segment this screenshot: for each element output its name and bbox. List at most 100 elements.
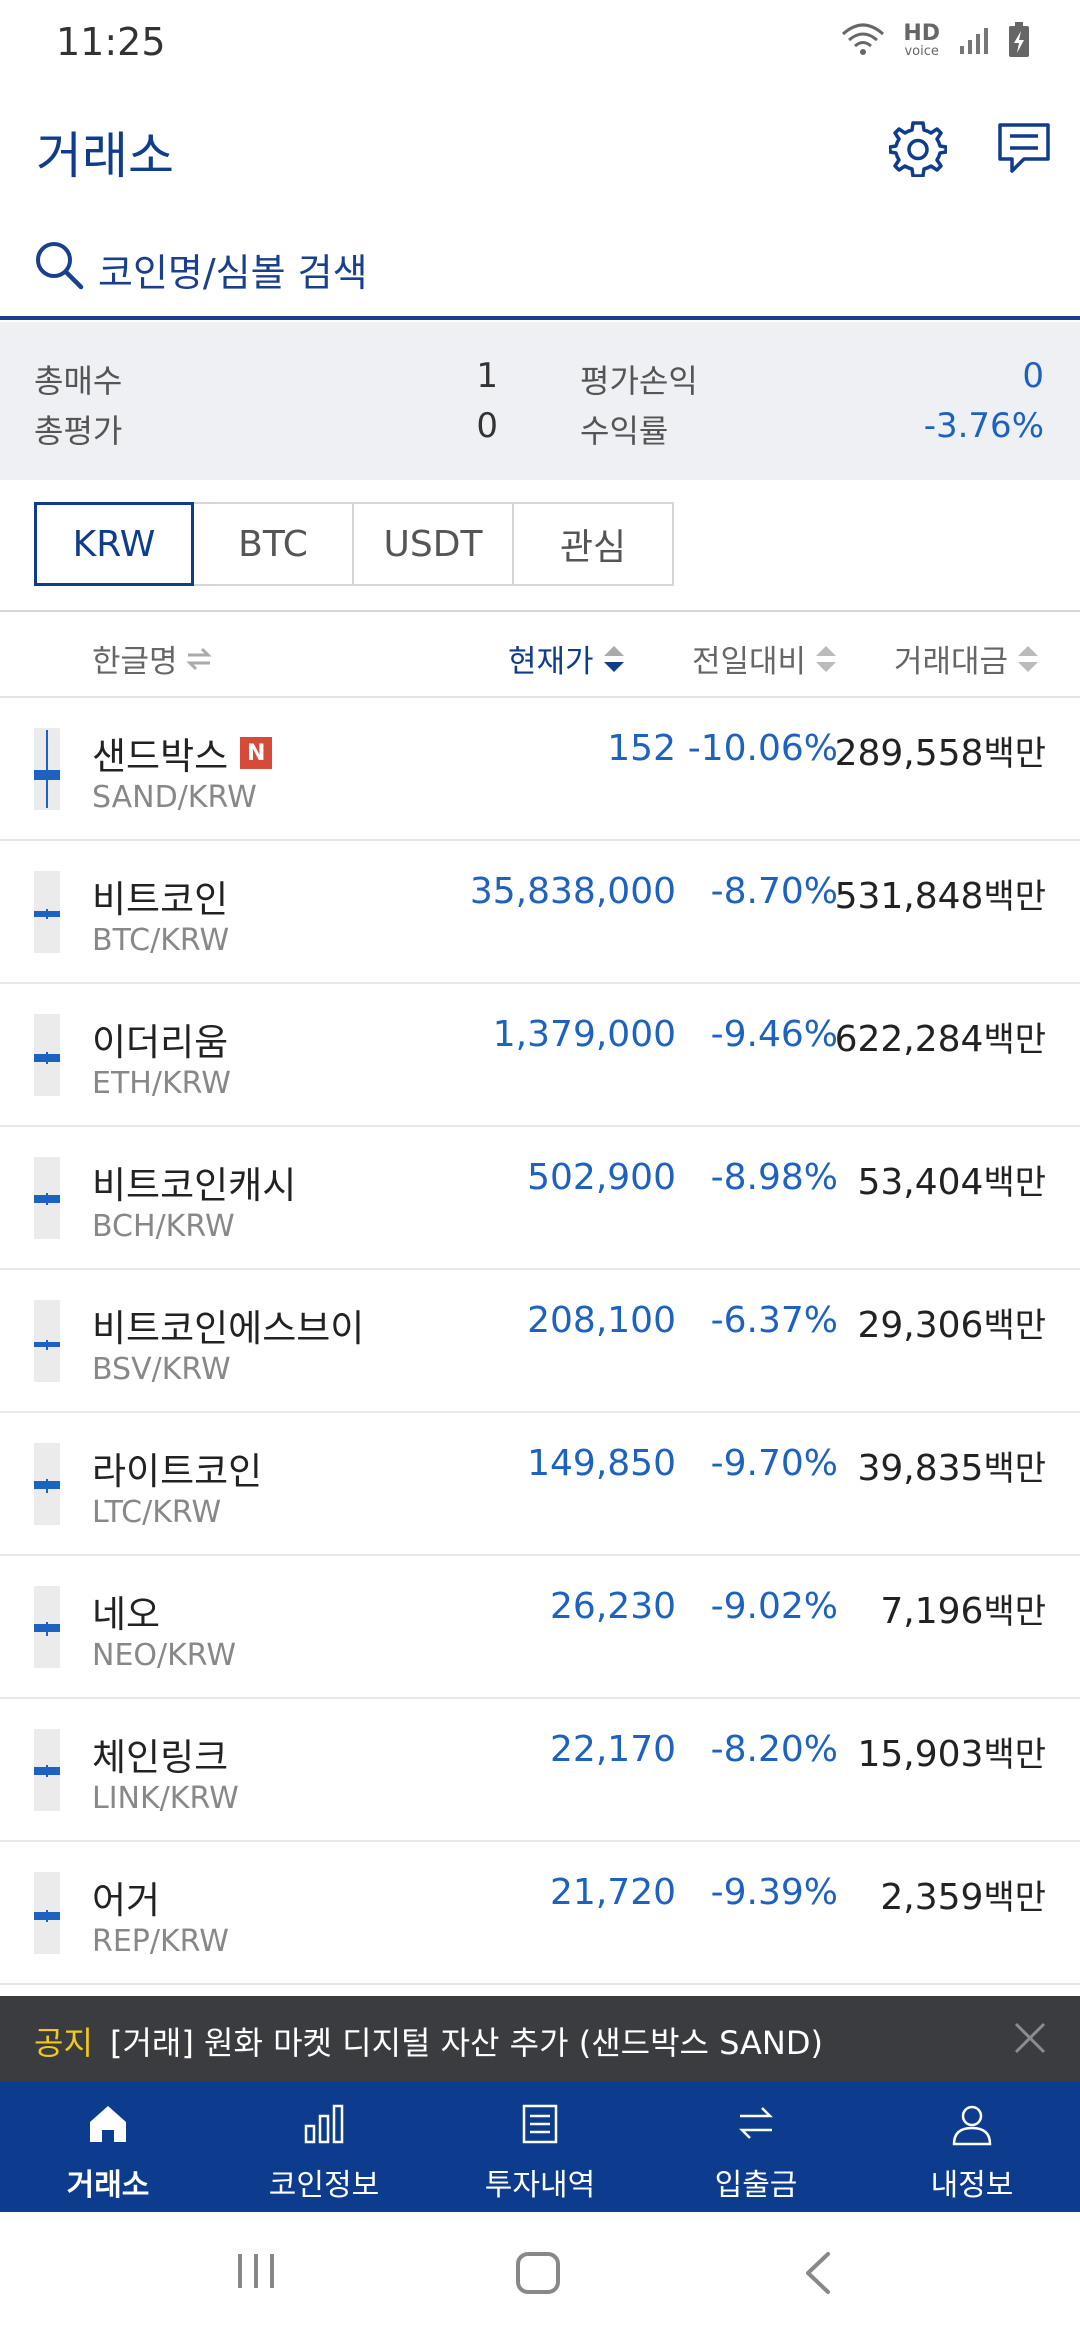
tab-usdt[interactable]: USDT xyxy=(354,502,514,586)
nav-label: 입출금 xyxy=(714,2168,798,2203)
chat-button[interactable] xyxy=(986,110,1062,186)
coin-name: 샌드박스 N xyxy=(92,726,273,780)
coin-price: 26,230 xyxy=(550,1586,676,1627)
nav-my-info[interactable]: 내정보 xyxy=(864,2082,1080,2212)
coin-change: -9.46% xyxy=(710,1014,838,1055)
coin-row[interactable]: 라이트코인 LTC/KRW 149,850 -9.70% 39,835백만 xyxy=(0,1413,1080,1556)
volume-unit: 백만 xyxy=(983,1163,1046,1203)
coin-name: 네오 xyxy=(92,1584,160,1638)
nav-coin-info[interactable]: 코인정보 xyxy=(216,2082,432,2212)
coin-change: -8.98% xyxy=(710,1157,838,1198)
coin-price: 22,170 xyxy=(550,1729,676,1770)
notice-text[interactable]: [거래] 원화 마켓 디지털 자산 추가 (샌드박스 SAND) xyxy=(110,2018,823,2064)
swap-arrows-icon xyxy=(185,647,212,670)
candle-icon xyxy=(34,1014,60,1096)
coin-name-text: 비트코인에스브이 xyxy=(92,1307,365,1350)
volume-unit: 백만 xyxy=(983,734,1046,774)
system-nav-bar xyxy=(0,2212,1080,2340)
nav-label: 거래소 xyxy=(66,2168,150,2203)
close-icon[interactable] xyxy=(1010,2018,1050,2058)
column-price-label: 현재가 xyxy=(508,644,594,680)
total-buy-label: 총매수 xyxy=(34,362,123,400)
sort-by-volume[interactable]: 거래대금 xyxy=(894,636,1040,681)
coin-name: 라이트코인 xyxy=(92,1441,262,1495)
volume-unit: 백만 xyxy=(983,1878,1046,1918)
coin-volume-value: 15,903 xyxy=(857,1734,984,1775)
coin-symbol: ETH/KRW xyxy=(92,1066,231,1101)
hd-text: HD xyxy=(903,20,940,46)
coin-change: -8.20% xyxy=(710,1729,838,1770)
coin-row[interactable]: 체인링크 LINK/KRW 22,170 -8.20% 15,903백만 xyxy=(0,1699,1080,1842)
coin-symbol: BSV/KRW xyxy=(92,1352,231,1387)
coin-volume: 7,196백만 xyxy=(880,1584,1046,1633)
voice-text: voice xyxy=(904,43,939,59)
candle-icon xyxy=(34,1729,60,1811)
page-title: 거래소 xyxy=(36,127,174,185)
back-icon[interactable] xyxy=(800,2250,836,2296)
pnl-value: 0 xyxy=(1022,356,1044,396)
coin-volume-value: 289,558 xyxy=(834,733,984,774)
signal-icon xyxy=(960,28,988,54)
search-bar[interactable]: 코인명/심볼 검색 xyxy=(0,218,1080,320)
market-tabs: KRW BTC USDT 관심 xyxy=(34,502,674,586)
battery-icon xyxy=(1009,22,1029,57)
coin-row[interactable]: 비트코인 BTC/KRW 35,838,000 -8.70% 531,848백만 xyxy=(0,841,1080,984)
hd-voice-icon: HD voice xyxy=(903,20,940,59)
coin-name: 어거 xyxy=(92,1870,160,1924)
coin-row[interactable]: 네오 NEO/KRW 26,230 -9.02% 7,196백만 xyxy=(0,1556,1080,1699)
coin-name-text: 샌드박스 xyxy=(92,735,229,778)
coin-row[interactable]: 어거 REP/KRW 21,720 -9.39% 2,359백만 xyxy=(0,1842,1080,1985)
tab-krw[interactable]: KRW xyxy=(34,502,194,586)
coin-symbol: LINK/KRW xyxy=(92,1781,239,1816)
coin-row[interactable]: 이더리움 ETH/KRW 1,379,000 -9.46% 622,284백만 xyxy=(0,984,1080,1127)
volume-unit: 백만 xyxy=(983,1449,1046,1489)
recent-apps-icon[interactable] xyxy=(236,2250,276,2292)
sort-by-name[interactable]: 한글명 xyxy=(92,636,212,681)
coin-name: 이더리움 xyxy=(92,1012,228,1066)
nav-investments[interactable]: 투자내역 xyxy=(432,2082,648,2212)
sort-icon xyxy=(816,645,837,672)
portfolio-summary: 총매수 1 총평가 0 평가손익 0 수익률 -3.76% xyxy=(0,322,1080,480)
coin-symbol: BTC/KRW xyxy=(92,923,230,958)
nav-deposit-withdraw[interactable]: 입출금 xyxy=(648,2082,864,2212)
coin-change: -6.37% xyxy=(710,1300,838,1341)
candle-icon xyxy=(34,1443,60,1525)
total-eval-value: 0 xyxy=(476,406,498,446)
volume-unit: 백만 xyxy=(983,1020,1046,1060)
coin-price: 152 xyxy=(607,728,676,769)
document-icon xyxy=(522,2104,558,2144)
settings-button[interactable] xyxy=(880,110,956,186)
coin-name: 비트코인 xyxy=(92,869,228,923)
tab-btc[interactable]: BTC xyxy=(194,502,354,586)
coin-symbol: REP/KRW xyxy=(92,1924,229,1959)
return-value: -3.76% xyxy=(923,406,1044,446)
coin-price: 502,900 xyxy=(527,1157,676,1198)
coin-row[interactable]: 비트코인캐시 BCH/KRW 502,900 -8.98% 53,404백만 xyxy=(0,1127,1080,1270)
coin-price: 1,379,000 xyxy=(492,1014,676,1055)
coin-name-text: 네오 xyxy=(92,1593,161,1636)
volume-unit: 백만 xyxy=(983,1592,1046,1632)
coin-volume-value: 7,196 xyxy=(880,1591,984,1632)
sort-by-price[interactable]: 현재가 xyxy=(508,636,626,681)
coin-volume: 15,903백만 xyxy=(857,1727,1046,1776)
notice-banner[interactable]: 공지 [거래] 원화 마켓 디지털 자산 추가 (샌드박스 SAND) xyxy=(0,1996,1080,2082)
column-name-label: 한글명 xyxy=(92,644,178,680)
nav-exchange[interactable]: 거래소 xyxy=(0,2082,216,2212)
app-header: 거래소 xyxy=(0,88,1080,208)
sort-by-change[interactable]: 전일대비 xyxy=(692,636,838,681)
search-input[interactable]: 코인명/심볼 검색 xyxy=(98,242,368,297)
coin-name-text: 라이트코인 xyxy=(92,1450,263,1493)
nav-label: 코인정보 xyxy=(268,2168,380,2203)
tab-favorites[interactable]: 관심 xyxy=(514,502,674,586)
search-icon xyxy=(36,242,84,290)
coin-change: -10.06% xyxy=(687,728,838,769)
return-label: 수익률 xyxy=(580,412,669,450)
transfer-icon xyxy=(738,2107,774,2139)
candle-icon xyxy=(34,1586,60,1668)
coin-row[interactable]: 비트코인에스브이 BSV/KRW 208,100 -6.37% 29,306백만 xyxy=(0,1270,1080,1413)
pnl-label: 평가손익 xyxy=(580,362,698,400)
coin-row[interactable]: 샌드박스 N SAND/KRW 152 -10.06% 289,558백만 xyxy=(0,698,1080,841)
home-button-icon[interactable] xyxy=(514,2250,562,2296)
coin-list: 샌드박스 N SAND/KRW 152 -10.06% 289,558백만 비트… xyxy=(0,698,1080,1985)
coin-volume-value: 53,404 xyxy=(857,1162,984,1203)
